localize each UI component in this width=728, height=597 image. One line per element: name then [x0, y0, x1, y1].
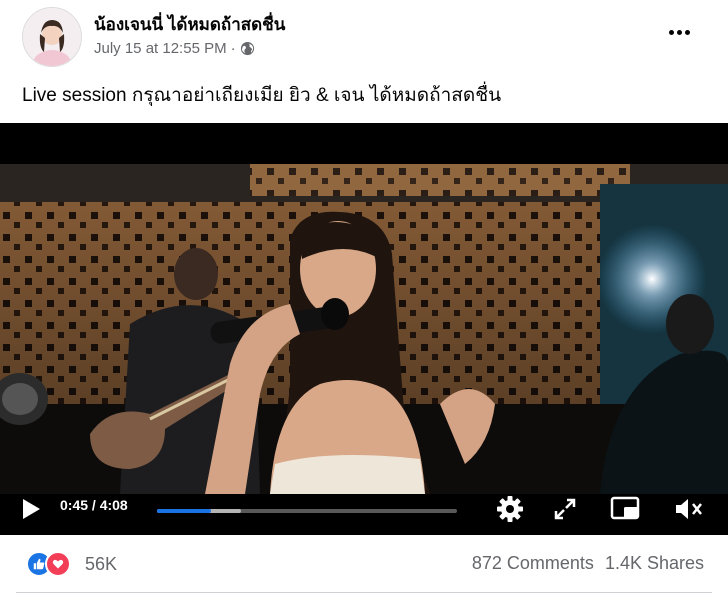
- volume-muted-icon[interactable]: [673, 495, 707, 528]
- dot: [676, 29, 682, 35]
- video-controls: 0:45 / 4:08: [0, 483, 728, 535]
- picture-in-picture-icon[interactable]: [610, 496, 642, 527]
- love-reaction-icon: [45, 551, 71, 577]
- video-player[interactable]: 0:45 / 4:08: [0, 123, 728, 535]
- play-icon[interactable]: [20, 497, 42, 526]
- divider: [16, 592, 712, 593]
- post-meta: July 15 at 12:55 PM ·: [94, 40, 255, 57]
- meta-separator: ·: [230, 40, 236, 57]
- progress-played: [157, 509, 211, 513]
- dot: [684, 29, 690, 35]
- post-header: น้องเจนนี่ ได้หมดถ้าสดชื่น July 15 at 12…: [0, 0, 728, 72]
- more-options-button[interactable]: [664, 20, 694, 44]
- engagement-stats: 872 Comments 1.4K Shares: [461, 553, 704, 574]
- author-avatar[interactable]: [22, 7, 82, 67]
- expand-icon[interactable]: [553, 497, 577, 526]
- shares-link[interactable]: 1.4K Shares: [605, 553, 704, 574]
- post-footer: 56K 872 Comments 1.4K Shares: [0, 540, 728, 597]
- reaction-count: 56K: [85, 553, 118, 574]
- settings-gear-icon[interactable]: [495, 494, 525, 529]
- video-frame: [0, 164, 728, 494]
- reaction-summary[interactable]: 56K: [26, 551, 117, 577]
- dot: [668, 29, 674, 35]
- author-name[interactable]: น้องเจนนี่ ได้หมดถ้าสดชื่น: [94, 11, 285, 38]
- post-caption: Live session กรุณาอย่าเถียงเมีย ยิว & เจ…: [22, 85, 502, 106]
- globe-icon: [240, 41, 255, 56]
- comments-link[interactable]: 872 Comments: [472, 553, 594, 574]
- video-timecode: 0:45 / 4:08: [60, 497, 128, 513]
- progress-bar[interactable]: [157, 509, 457, 513]
- post-timestamp[interactable]: July 15 at 12:55 PM: [94, 40, 227, 57]
